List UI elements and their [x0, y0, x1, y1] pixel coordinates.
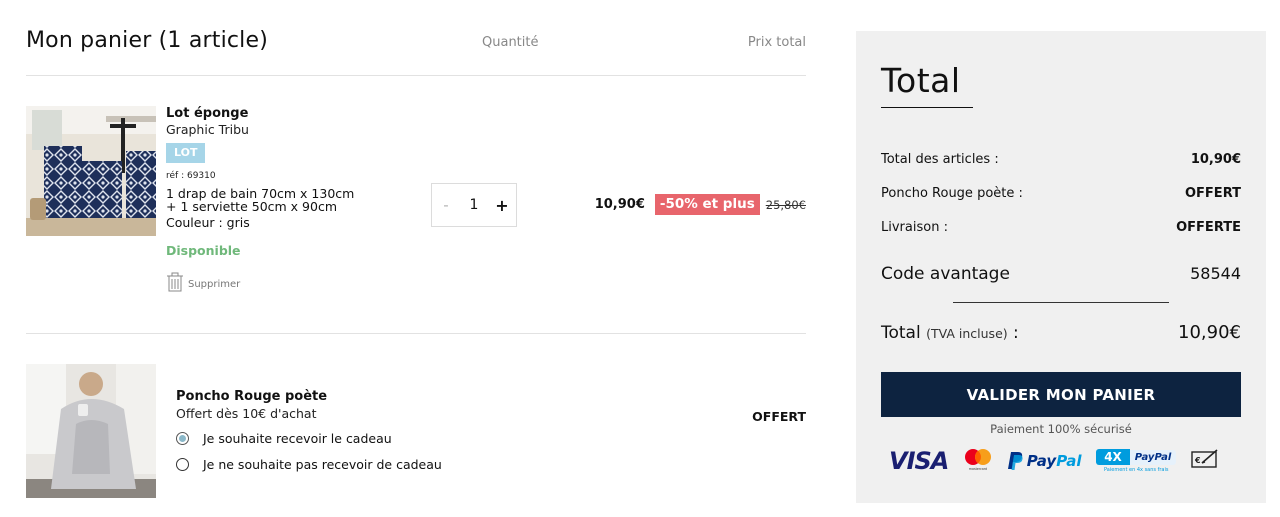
promo-code-value[interactable]: 58544: [1190, 264, 1241, 284]
availability-status: Disponible: [166, 243, 241, 258]
total-word: Total: [881, 323, 921, 343]
gift-info: Poncho Rouge poète Offert dès 10€ d'acha…: [176, 389, 576, 472]
fourx-caption: Paiement en 4x sans frais: [1104, 467, 1169, 473]
gift-condition: Offert dès 10€ d'achat: [176, 406, 317, 421]
quantity-value[interactable]: 1: [464, 197, 484, 213]
mastercard-icon: mastercard: [963, 447, 993, 475]
lot-badge: LOT: [166, 143, 206, 163]
summary-row-shipping: Livraison : OFFERTE: [881, 220, 1241, 235]
summary-row-label: Livraison :: [881, 220, 948, 235]
gift-accept-option[interactable]: Je souhaite recevoir le cadeau: [176, 431, 576, 446]
current-price: 10,90€: [594, 197, 645, 212]
product-reference: réf : 69310: [166, 171, 216, 181]
gift-decline-label[interactable]: Je ne souhaite pas recevoir de cadeau: [203, 457, 442, 472]
gift-accept-radio[interactable]: [176, 432, 189, 445]
product-subtitle: Graphic Tribu: [166, 122, 249, 137]
validate-cart-button[interactable]: VALIDER MON PANIER: [881, 372, 1241, 417]
gift-accept-label[interactable]: Je souhaite recevoir le cadeau: [203, 431, 392, 446]
cart-title: Mon panier (1 article): [26, 28, 269, 53]
summary-title: Total: [881, 61, 961, 100]
delete-item-button[interactable]: Supprimer: [166, 272, 406, 296]
promo-code-row: Code avantage 58544: [881, 264, 1241, 284]
summary-row-label: Total des articles :: [881, 152, 999, 167]
gift-decline-radio[interactable]: [176, 458, 189, 471]
gift-item: Poncho Rouge poète Offert dès 10€ d'acha…: [26, 364, 806, 504]
grand-total-value: 10,90€: [1178, 322, 1241, 343]
quantity-stepper: - 1 +: [431, 183, 517, 227]
paypal-icon: Pay Pal: [1007, 451, 1082, 471]
tva-note: (TVA incluse): [926, 326, 1008, 341]
summary-row-articles: Total des articles : 10,90€: [881, 152, 1241, 167]
secure-payment-text: Paiement 100% sécurisé: [990, 422, 1132, 436]
gift-price: OFFERT: [752, 409, 806, 424]
summary-row-gift: Poncho Rouge poète : OFFERT: [881, 186, 1241, 201]
grand-total-row: Total (TVA incluse) : 10,90€: [881, 322, 1241, 343]
divider: [26, 75, 806, 76]
product-image[interactable]: [26, 106, 156, 236]
item-price-block: 10,90€ -50% et plus 25,80€: [595, 194, 806, 215]
discount-badge: -50% et plus: [654, 194, 760, 215]
cheque-icon: €: [1191, 448, 1219, 474]
divider: [26, 333, 806, 334]
paypal-text-part1: Pay: [1026, 452, 1057, 470]
summary-row-value: OFFERTE: [1176, 220, 1241, 235]
column-header-total-price: Prix total: [747, 35, 806, 50]
cart-item: Lot éponge Graphic Tribu LOT réf : 69310…: [26, 106, 806, 306]
divider: [953, 302, 1169, 303]
gift-name: Poncho Rouge poète: [176, 389, 328, 404]
cart-header: Mon panier (1 article) Quantité Prix tot…: [26, 28, 806, 58]
original-price: 25,80€: [765, 197, 806, 212]
visa-icon: VISA: [889, 447, 949, 475]
title-underline: [881, 107, 973, 108]
grand-total-label: Total (TVA incluse) :: [881, 323, 1019, 343]
trash-icon: [166, 272, 184, 296]
payment-methods: VISA mastercard Pay Pal 4X PayPal Paiemen…: [889, 445, 1219, 477]
mastercard-caption: mastercard: [969, 467, 987, 471]
paypal-4x-icon: 4X PayPal Paiement en 4x sans frais: [1096, 449, 1177, 473]
product-info: Lot éponge Graphic Tribu LOT réf : 69310…: [166, 106, 406, 296]
summary-row-label: Poncho Rouge poète :: [881, 186, 1023, 201]
total-colon: :: [1007, 323, 1019, 343]
delete-label: Supprimer: [188, 278, 241, 290]
cart-section: Mon panier (1 article) Quantité Prix tot…: [26, 0, 806, 517]
summary-row-value: OFFERT: [1185, 186, 1241, 201]
quantity-increase-button[interactable]: +: [492, 196, 512, 215]
gift-image: [26, 364, 156, 498]
gift-decline-option[interactable]: Je ne souhaite pas recevoir de cadeau: [176, 457, 576, 472]
product-description-line-2: + 1 serviette 50cm x 90cm: [166, 199, 337, 214]
promo-code-label: Code avantage: [881, 264, 1010, 284]
product-name[interactable]: Lot éponge: [166, 106, 406, 121]
column-header-quantity: Quantité: [482, 35, 539, 50]
summary-row-value: 10,90€: [1190, 152, 1241, 167]
order-summary: Total Total des articles : 10,90€ Poncho…: [856, 31, 1266, 503]
quantity-decrease-button[interactable]: -: [436, 196, 456, 214]
product-color: Couleur : gris: [166, 215, 250, 230]
paypal-text-part2: Pal: [1056, 452, 1082, 470]
svg-text:€: €: [1194, 456, 1201, 465]
fourx-paypal-label: PayPal: [1129, 449, 1177, 465]
fourx-badge: 4X: [1096, 449, 1130, 465]
